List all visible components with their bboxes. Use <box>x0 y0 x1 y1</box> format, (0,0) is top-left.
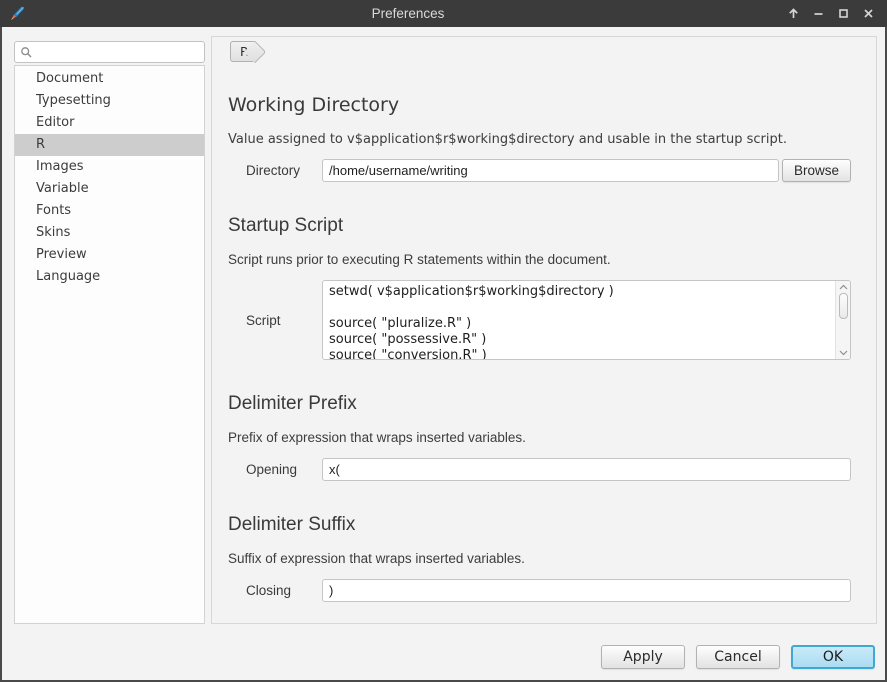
directory-label: Directory <box>246 163 322 178</box>
opening-delimiter-input[interactable] <box>322 458 851 481</box>
section-startup-script: Startup Script Script runs prior to exec… <box>228 216 851 360</box>
sidebar-item-fonts[interactable]: Fonts <box>15 200 204 222</box>
category-list: Document Typesetting Editor R Images Var… <box>14 65 205 624</box>
opening-label: Opening <box>246 462 322 477</box>
sidebar-item-preview[interactable]: Preview <box>15 244 204 266</box>
app-pen-icon <box>8 5 26 23</box>
sidebar: Document Typesetting Editor R Images Var… <box>14 41 205 624</box>
scroll-down-icon[interactable] <box>839 350 848 356</box>
sidebar-item-language[interactable]: Language <box>15 266 204 288</box>
sidebar-item-r[interactable]: R <box>15 134 204 156</box>
preferences-window: Preferences <box>0 0 887 682</box>
cancel-button[interactable]: Cancel <box>696 645 780 669</box>
search-input[interactable] <box>33 45 199 59</box>
scroll-up-icon[interactable] <box>839 284 848 290</box>
button-bar: Apply Cancel OK <box>2 624 885 680</box>
dialog-frame: Document Typesetting Editor R Images Var… <box>0 27 887 682</box>
rollup-icon[interactable] <box>787 7 800 20</box>
sidebar-item-variable[interactable]: Variable <box>15 178 204 200</box>
directory-input[interactable] <box>322 159 779 182</box>
section-title: Working Directory <box>228 96 851 116</box>
section-title: Delimiter Suffix <box>228 515 851 535</box>
main-area: Document Typesetting Editor R Images Var… <box>2 27 885 624</box>
sidebar-item-editor[interactable]: Editor <box>15 112 204 134</box>
closing-row: Closing <box>228 579 851 602</box>
directory-row: Directory Browse <box>228 159 851 182</box>
script-row: Script setwd( v$application$r$working$di… <box>228 280 851 360</box>
sidebar-item-typesetting[interactable]: Typesetting <box>15 90 204 112</box>
settings-panel: R Working Directory Value assigned to v$… <box>211 36 877 624</box>
closing-label: Closing <box>246 583 322 598</box>
section-description: Suffix of expression that wraps inserted… <box>228 552 851 567</box>
titlebar: Preferences <box>0 0 887 27</box>
window-title: Preferences <box>372 6 445 21</box>
scrollbar-thumb[interactable] <box>839 293 848 319</box>
search-icon <box>20 46 33 59</box>
script-editor: setwd( v$application$r$working$directory… <box>322 280 851 360</box>
close-icon[interactable] <box>862 7 875 20</box>
section-delimiter-suffix: Delimiter Suffix Suffix of expression th… <box>228 515 851 602</box>
apply-button[interactable]: Apply <box>601 645 685 669</box>
section-working-directory: Working Directory Value assigned to v$ap… <box>228 96 851 182</box>
script-textarea[interactable]: setwd( v$application$r$working$directory… <box>323 281 835 359</box>
section-title: Delimiter Prefix <box>228 394 851 414</box>
category-search[interactable] <box>14 41 205 63</box>
ok-button[interactable]: OK <box>791 645 875 669</box>
breadcrumb[interactable]: R <box>230 41 255 62</box>
window-controls <box>787 7 879 20</box>
script-scrollbar[interactable] <box>835 281 850 359</box>
opening-row: Opening <box>228 458 851 481</box>
section-description: Prefix of expression that wraps inserted… <box>228 431 851 446</box>
script-label: Script <box>246 313 322 328</box>
browse-button[interactable]: Browse <box>782 159 851 182</box>
sidebar-item-document[interactable]: Document <box>15 68 204 90</box>
sidebar-item-skins[interactable]: Skins <box>15 222 204 244</box>
section-title: Startup Script <box>228 216 851 236</box>
sidebar-item-images[interactable]: Images <box>15 156 204 178</box>
minimize-icon[interactable] <box>812 7 825 20</box>
section-description: Script runs prior to executing R stateme… <box>228 253 851 268</box>
maximize-icon[interactable] <box>837 7 850 20</box>
closing-delimiter-input[interactable] <box>322 579 851 602</box>
section-description: Value assigned to v$application$r$workin… <box>228 133 851 147</box>
section-delimiter-prefix: Delimiter Prefix Prefix of expression th… <box>228 394 851 481</box>
